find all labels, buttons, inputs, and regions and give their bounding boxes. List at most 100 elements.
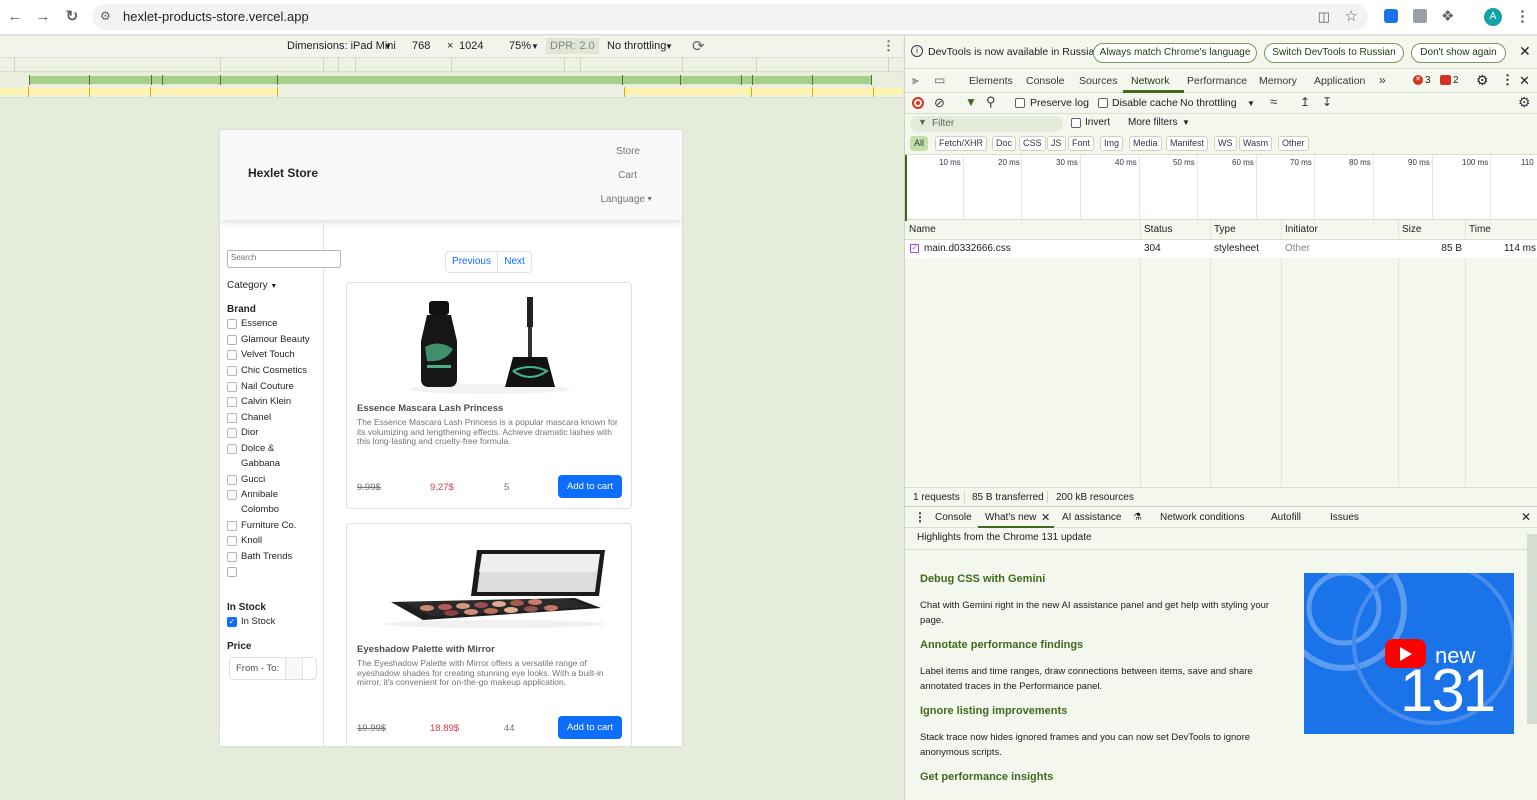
reload-icon[interactable]: ↻ — [62, 7, 82, 27]
drawer-tab-autofill[interactable]: Autofill — [1271, 512, 1301, 523]
translate-extension-icon[interactable] — [1384, 9, 1398, 23]
tab-sources[interactable]: Sources — [1079, 75, 1118, 87]
brand-checkbox-annibale-colombo[interactable] — [227, 490, 237, 500]
tab-network[interactable]: Network — [1131, 75, 1170, 87]
rotate-icon[interactable]: ⟳ — [692, 37, 705, 55]
cast-icon[interactable]: ◫ — [1318, 9, 1330, 25]
request-name[interactable]: main.d0332666.css — [924, 243, 1011, 254]
network-settings-icon[interactable]: ⚙ — [1518, 94, 1531, 111]
devtools-menu-icon[interactable]: ⋮ — [1501, 72, 1514, 88]
nav-cart-link[interactable]: Cart — [618, 170, 637, 181]
device-toggle-icon[interactable]: ▭ — [934, 73, 945, 87]
invert-checkbox[interactable] — [1071, 118, 1081, 128]
device-height-input[interactable]: 1024 — [459, 40, 483, 52]
network-conditions-icon[interactable]: ≈ — [1270, 94, 1277, 109]
site-info-icon[interactable]: ⚙ — [100, 9, 111, 23]
device-more-icon[interactable]: ⋮ — [882, 38, 895, 54]
brand-checkbox-furniture-co[interactable] — [227, 521, 237, 531]
close-devtools-icon[interactable]: ✕ — [1519, 73, 1530, 89]
record-icon[interactable] — [912, 97, 924, 109]
brand-checkbox-gucci[interactable] — [227, 475, 237, 485]
drawer-tab-whats-new[interactable]: What's new — [985, 512, 1036, 523]
drawer-tab-ai-assistance[interactable]: AI assistance — [1062, 512, 1121, 523]
profile-avatar[interactable]: A — [1484, 8, 1502, 26]
device-width-input[interactable]: 768 — [412, 40, 430, 52]
dpr-select[interactable]: DPR: 2.0 — [546, 38, 599, 54]
product-title[interactable]: Eyeshadow Palette with Mirror — [357, 644, 495, 655]
tab-memory[interactable]: Memory — [1259, 75, 1297, 87]
type-filter-img[interactable]: Img — [1100, 136, 1124, 151]
issue-icon[interactable] — [1440, 75, 1451, 85]
brand-checkbox-chic-cosmetics[interactable] — [227, 366, 237, 376]
instock-checkbox[interactable]: ✓ — [227, 617, 237, 627]
error-count[interactable]: 3 — [1425, 75, 1431, 86]
store-brand[interactable]: Hexlet Store — [248, 166, 318, 180]
type-filter-manifest[interactable]: Manifest — [1166, 136, 1209, 151]
close-icon[interactable]: ✕ — [1519, 43, 1531, 60]
type-filter-doc[interactable]: Doc — [992, 136, 1017, 151]
col-name[interactable]: Name — [909, 224, 936, 235]
brand-checkbox-velvet-touch[interactable] — [227, 350, 237, 360]
drawer-tab-issues[interactable]: Issues — [1330, 512, 1359, 523]
brand-checkbox-calvin-klein[interactable] — [227, 397, 237, 407]
price-stepper[interactable] — [285, 658, 302, 679]
brand-checkbox-glamour-beauty[interactable] — [227, 335, 237, 345]
previous-page-button[interactable]: Previous — [445, 251, 498, 273]
type-filter-font[interactable]: Font — [1068, 136, 1095, 151]
search-icon[interactable]: ⚲ — [986, 94, 996, 110]
bookmark-star-icon[interactable]: ☆ — [1345, 7, 1358, 25]
type-filter-other[interactable]: Other — [1278, 136, 1309, 151]
error-icon[interactable]: ✕ — [1413, 75, 1423, 85]
filter-icon[interactable]: ▼ — [965, 95, 977, 109]
brand-checkbox-dior[interactable] — [227, 428, 237, 438]
filter-input[interactable]: ▼ Filter — [910, 116, 1063, 132]
import-har-icon[interactable]: ↥ — [1300, 95, 1310, 109]
type-filter-js[interactable]: JS — [1047, 136, 1066, 151]
drawer-tab-console[interactable]: Console — [935, 512, 972, 523]
nav-store-link[interactable]: Store — [616, 146, 640, 157]
device-dimensions-select[interactable]: Dimensions: iPad Mini — [287, 40, 396, 52]
drawer-scrollbar[interactable] — [1527, 534, 1537, 724]
export-har-icon[interactable]: ↧ — [1322, 95, 1332, 109]
chrome-menu-icon[interactable]: ⋮ — [1515, 7, 1530, 25]
add-to-cart-button[interactable]: Add to cart — [558, 716, 622, 739]
brand-checkbox-chanel[interactable] — [227, 413, 237, 423]
tab-performance[interactable]: Performance — [1187, 75, 1247, 87]
close-drawer-icon[interactable]: ✕ — [1521, 510, 1531, 524]
extensions-puzzle-icon[interactable]: ❖ — [1441, 7, 1454, 25]
more-filters-dropdown[interactable]: More filters — [1128, 117, 1177, 128]
dont-show-again-button[interactable]: Don't show again — [1411, 43, 1506, 63]
brand-checkbox-empty[interactable] — [227, 567, 237, 577]
forward-icon[interactable]: → — [33, 7, 53, 27]
col-initiator[interactable]: Initiator — [1285, 224, 1318, 235]
product-title[interactable]: Essence Mascara Lash Princess — [357, 403, 503, 414]
preserve-log-checkbox[interactable] — [1015, 98, 1025, 108]
type-filter-fetch-xhr[interactable]: Fetch/XHR — [935, 136, 988, 151]
brand-checkbox-knoll[interactable] — [227, 536, 237, 546]
price-range-input[interactable]: From - To: — [229, 657, 317, 680]
type-filter-all[interactable]: All — [910, 136, 929, 151]
drawer-menu-icon[interactable]: ⋮ — [914, 510, 926, 524]
device-throttling-select[interactable]: No throttling — [607, 40, 666, 52]
col-status[interactable]: Status — [1144, 224, 1172, 235]
disable-cache-checkbox[interactable] — [1098, 98, 1108, 108]
tab-application[interactable]: Application — [1314, 75, 1365, 87]
type-filter-ws[interactable]: WS — [1214, 136, 1237, 151]
match-language-button[interactable]: Always match Chrome's language — [1093, 43, 1257, 63]
search-input[interactable]: Search — [227, 250, 341, 268]
col-size[interactable]: Size — [1402, 224, 1421, 235]
settings-gear-icon[interactable]: ⚙ — [1476, 72, 1489, 89]
back-icon[interactable]: ← — [5, 7, 25, 27]
more-tabs-icon[interactable]: » — [1379, 73, 1386, 87]
add-to-cart-button[interactable]: Add to cart — [558, 475, 622, 498]
type-filter-media[interactable]: Media — [1129, 136, 1162, 151]
tab-console[interactable]: Console — [1026, 75, 1065, 87]
type-filter-css[interactable]: CSS — [1019, 136, 1046, 151]
zoom-select[interactable]: 75% — [509, 40, 531, 52]
table-row[interactable]: ✓ main.d0332666.css 304 stylesheet Other… — [905, 240, 1537, 258]
video-thumbnail[interactable]: new 131 — [1304, 573, 1514, 734]
address-bar[interactable]: ⚙ hexlet-products-store.vercel.app ◫ ☆ — [92, 4, 1368, 30]
brand-checkbox-bath-trends[interactable] — [227, 552, 237, 562]
clear-icon[interactable]: ⊘ — [934, 95, 945, 111]
extension-icon[interactable] — [1413, 9, 1427, 23]
